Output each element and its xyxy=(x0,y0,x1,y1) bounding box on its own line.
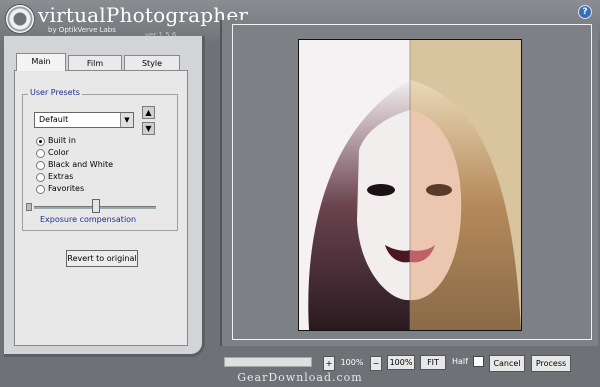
radio-dot xyxy=(36,137,45,146)
radio-color[interactable]: Color xyxy=(36,148,156,159)
zoom-out-button[interactable]: − xyxy=(370,356,382,371)
half-label: Half xyxy=(452,357,468,366)
app-title: virtualPhotographer xyxy=(38,3,249,27)
app-subtitle: by OptikVerve Labs xyxy=(48,26,116,34)
progress-bar xyxy=(224,357,312,367)
radio-label: Black and White xyxy=(48,160,114,169)
radio-extras[interactable]: Extras xyxy=(36,172,156,183)
zoom-100-button[interactable]: 100% xyxy=(387,355,415,370)
radio-label: Favorites xyxy=(48,184,85,193)
tab-style[interactable]: Style xyxy=(124,55,180,71)
zoom-level: 100% xyxy=(340,358,364,367)
slider-min-marker xyxy=(26,203,32,211)
revert-button[interactable]: Revert to original xyxy=(66,250,138,267)
watermark-text: GearDownload.com xyxy=(237,371,363,384)
user-presets-label: User Presets xyxy=(28,88,82,97)
tab-film[interactable]: Film xyxy=(68,55,122,71)
preset-up-button[interactable]: ▲ xyxy=(142,106,155,119)
radio-dot xyxy=(36,161,45,170)
half-checkbox[interactable] xyxy=(473,356,484,367)
radio-dot xyxy=(36,185,45,194)
radio-label: Extras xyxy=(48,172,74,181)
radio-black-and-white[interactable]: Black and White xyxy=(36,160,156,171)
radio-built-in[interactable]: Built in xyxy=(36,136,156,147)
preset-down-button[interactable]: ▼ xyxy=(142,122,155,135)
fit-button[interactable]: FIT xyxy=(420,355,446,370)
exposure-slider-thumb[interactable] xyxy=(92,199,100,213)
zoom-in-button[interactable]: + xyxy=(323,356,335,371)
radio-label: Color xyxy=(48,148,69,157)
radio-dot xyxy=(36,149,45,158)
radio-favorites[interactable]: Favorites xyxy=(36,184,156,195)
radio-label: Built in xyxy=(48,136,76,145)
preset-select[interactable]: Default ▼ xyxy=(34,112,134,128)
radio-dot xyxy=(36,173,45,182)
preset-select-value: Default xyxy=(39,115,69,124)
tab-main[interactable]: Main xyxy=(16,53,66,71)
portrait-image xyxy=(299,40,521,330)
exposure-label: Exposure compensation xyxy=(40,215,137,224)
logo-icon xyxy=(6,5,34,33)
help-icon[interactable]: ? xyxy=(578,5,592,19)
chevron-down-icon[interactable]: ▼ xyxy=(120,113,133,127)
cancel-button[interactable]: Cancel xyxy=(489,355,525,372)
process-button[interactable]: Process xyxy=(531,355,571,372)
preview-image xyxy=(298,39,522,331)
